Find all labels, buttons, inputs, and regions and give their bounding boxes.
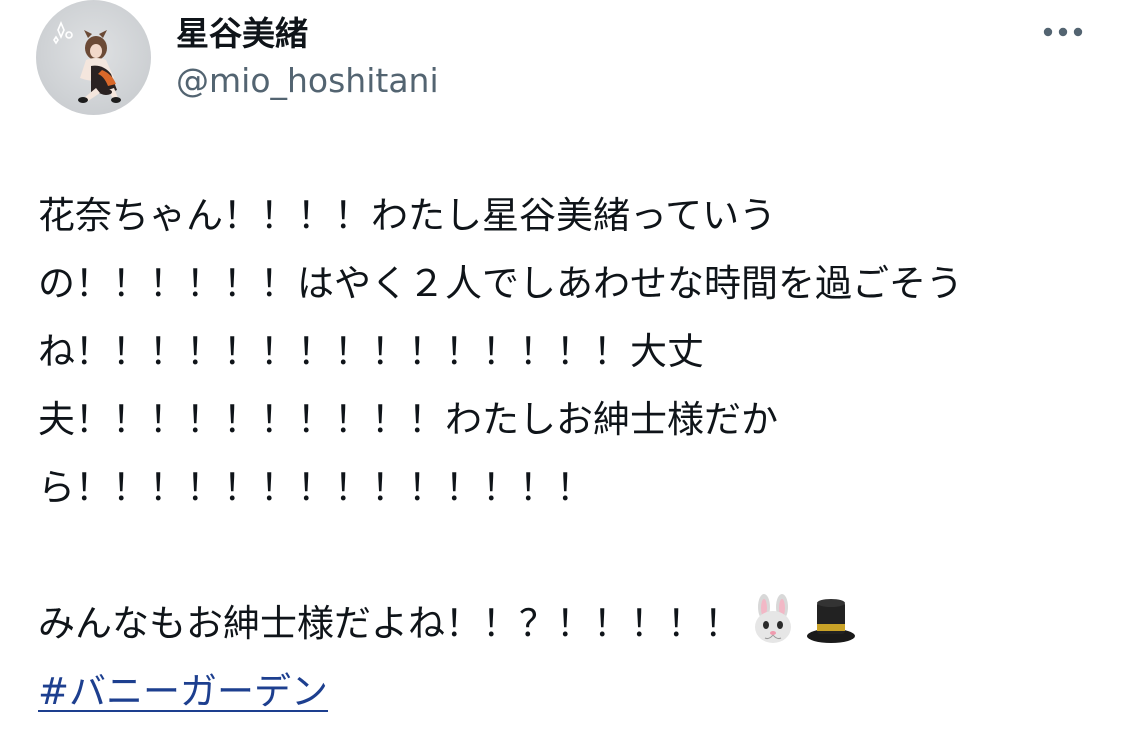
user-handle[interactable]: @mio_hoshitani xyxy=(176,59,439,103)
tweet-hashtag-line: #バニーガーデン xyxy=(38,658,1098,726)
top-hat-icon xyxy=(807,599,855,643)
avatar[interactable] xyxy=(36,0,151,115)
tweet-card: 星谷美緒 @mio_hoshitani 花奈ちゃん！！！！わたし星谷美緒っていう… xyxy=(0,0,1125,741)
tweet-text-last-line: みんなもお紳士様だよね！！？！！！！！ xyxy=(38,590,1098,658)
tweet-text-line: ら！！！！！！！！！！！！！！ xyxy=(38,466,593,509)
hashtag-link[interactable]: #バニーガーデン xyxy=(38,670,328,713)
more-options-icon xyxy=(1043,27,1083,37)
profile-photo-icon xyxy=(53,20,121,103)
tweet-text-line: ね！！！！！！！！！！！！！！！大丈 xyxy=(38,330,704,373)
more-options-button[interactable] xyxy=(1036,14,1092,50)
tweet-text-line: 花奈ちゃん！！！！わたし星谷美緒っていう xyxy=(38,194,777,237)
rabbit-face-icon xyxy=(755,594,791,643)
tweet-text-line: 夫！！！！！！！！！！わたしお紳士様だか xyxy=(38,398,778,441)
tweet-text: 花奈ちゃん！！！！わたし星谷美緒っていう の！！！！！！はやく２人でしあわせな時… xyxy=(38,182,1098,726)
tweet-text-line: の！！！！！！はやく２人でしあわせな時間を過ごそう xyxy=(38,262,963,305)
tweet-text-line: みんなもお紳士様だよね！！？！！！！！ xyxy=(38,602,741,645)
display-name[interactable]: 星谷美緒 xyxy=(176,12,308,56)
